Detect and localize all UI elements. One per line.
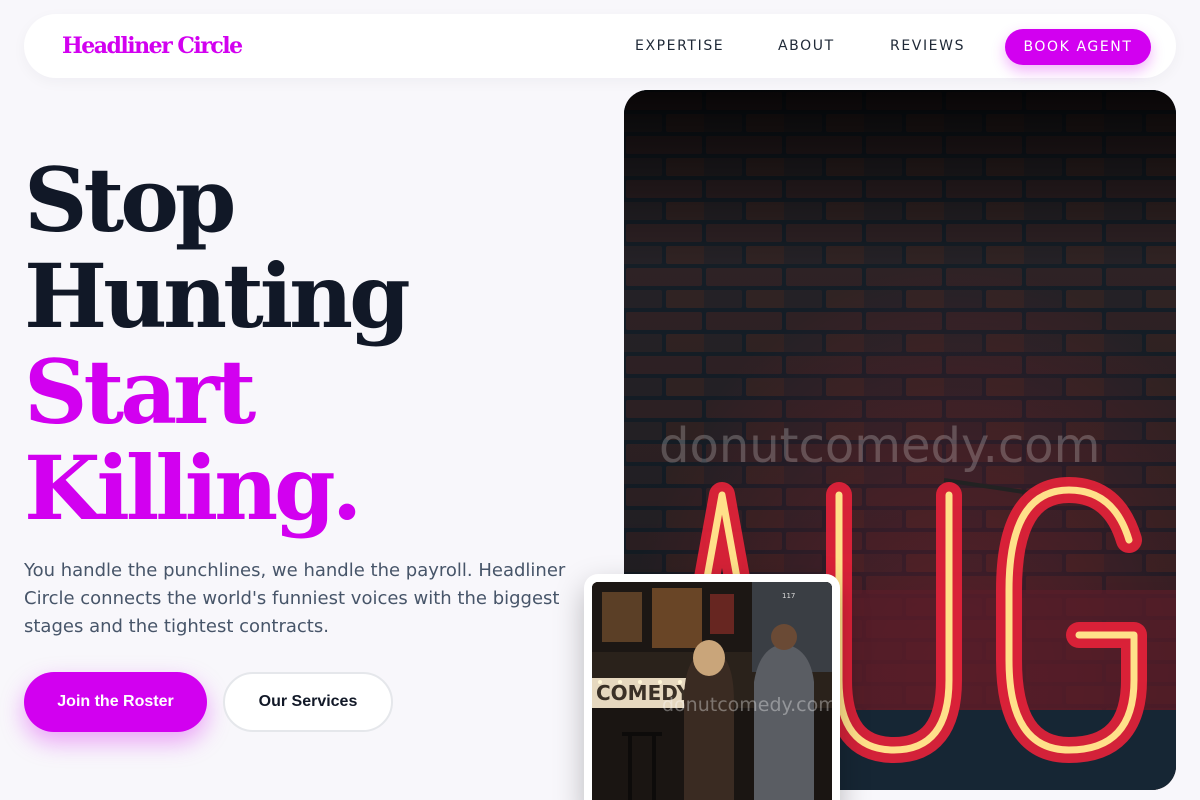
headline-line-killing: Killing. <box>24 436 362 540</box>
comedy-club-photo-card: 117 COMEDY donutcomedy.com <box>584 574 840 800</box>
club-entrance-illustration: 117 COMEDY <box>592 582 832 800</box>
watermark-text: donutcomedy.com <box>659 418 1101 474</box>
book-agent-button[interactable]: BOOK AGENT <box>1005 29 1151 65</box>
hero-subtitle: You handle the punchlines, we handle the… <box>24 560 566 637</box>
headline-line-stop: Stop <box>24 148 236 252</box>
inset-watermark-text: donutcomedy.com <box>662 694 832 716</box>
comedy-club-entrance-photo: 117 COMEDY donutcomedy.com <box>592 582 832 800</box>
brand-logo[interactable]: Headliner Circle <box>62 33 243 59</box>
door-number: 117 <box>782 592 795 600</box>
nav-link-expertise[interactable]: EXPERTISE <box>635 38 724 54</box>
top-navigation: Headliner Circle EXPERTISE ABOUT REVIEWS… <box>24 14 1176 78</box>
hero-headline: Stop Hunting Start Killing. <box>24 148 411 540</box>
nav-link-reviews[interactable]: REVIEWS <box>890 38 965 54</box>
headline-line-start: Start <box>24 340 256 444</box>
nav-link-about[interactable]: ABOUT <box>778 38 835 54</box>
join-roster-button[interactable]: Join the Roster <box>24 672 207 732</box>
headline-line-hunting: Hunting <box>24 244 411 348</box>
our-services-button[interactable]: Our Services <box>223 672 393 732</box>
